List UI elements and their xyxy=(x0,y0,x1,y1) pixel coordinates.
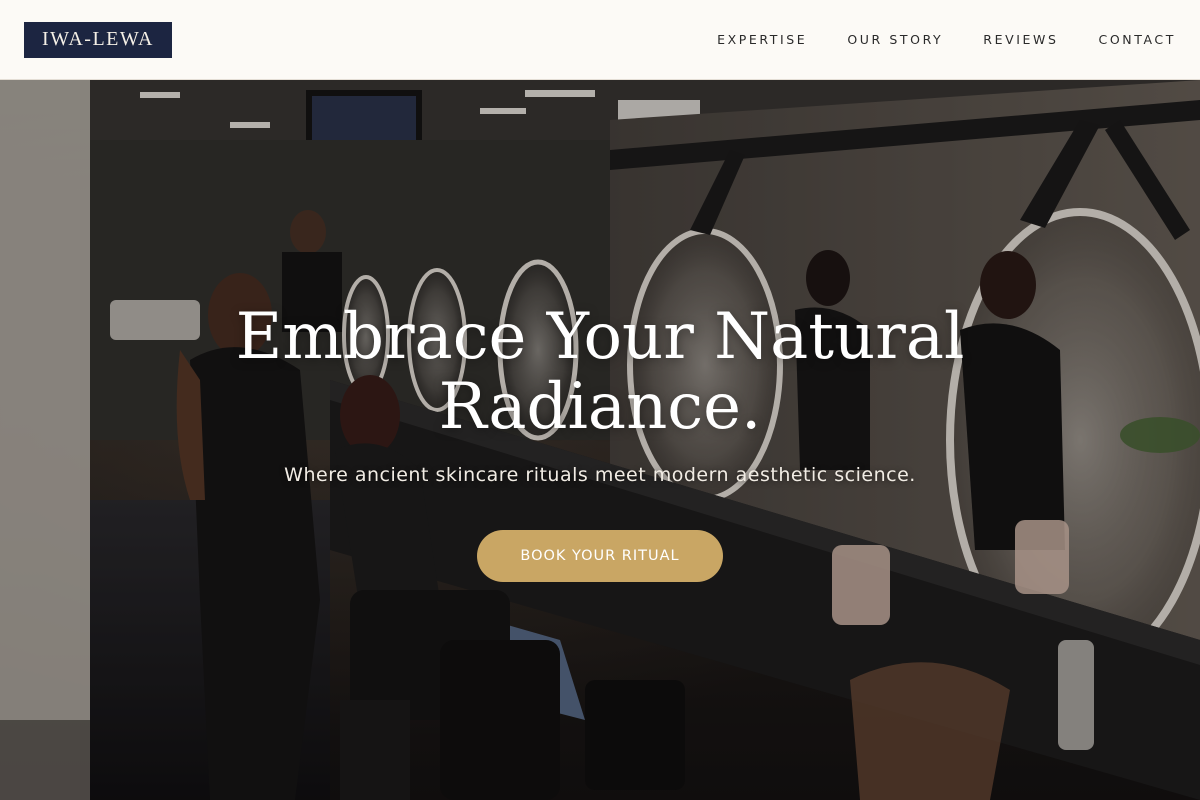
nav-link-our-story[interactable]: OUR STORY xyxy=(847,32,943,47)
hero-headline: Embrace Your Natural Radiance. xyxy=(235,300,965,444)
logo-text: IWA-LEWA xyxy=(42,28,154,50)
nav-link-expertise[interactable]: EXPERTISE xyxy=(717,32,807,47)
book-ritual-button[interactable]: BOOK YOUR RITUAL xyxy=(477,530,723,582)
site-header: IWA-LEWA EXPERTISE OUR STORY REVIEWS CON… xyxy=(0,0,1200,80)
brand-logo[interactable]: IWA-LEWA xyxy=(24,21,172,58)
nav-link-reviews[interactable]: REVIEWS xyxy=(983,32,1058,47)
main-nav: EXPERTISE OUR STORY REVIEWS CONTACT xyxy=(717,32,1176,47)
hero-section: Embrace Your Natural Radiance. Where anc… xyxy=(0,80,1200,800)
nav-link-contact[interactable]: CONTACT xyxy=(1099,32,1176,47)
hero-subheadline: Where ancient skincare rituals meet mode… xyxy=(284,464,916,486)
hero-content: Embrace Your Natural Radiance. Where anc… xyxy=(0,80,1200,800)
